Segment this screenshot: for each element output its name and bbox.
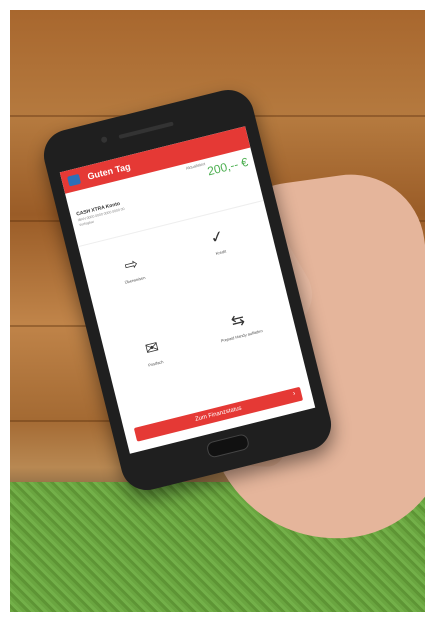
account-balance: 200,-- €: [205, 154, 250, 179]
tile-mailbox[interactable]: ✉ Postfach: [116, 332, 190, 374]
app-screen: Guten Tag Aktualisiert 200,-- € CASH XTR…: [59, 126, 316, 454]
photo-frame: Guten Tag Aktualisiert 200,-- € CASH XTR…: [10, 10, 425, 612]
smartphone: Guten Tag Aktualisiert 200,-- € CASH XTR…: [38, 84, 337, 496]
tile-phone-topup[interactable]: ⇆ Prepaid Handy aufladen: [202, 304, 276, 346]
front-camera: [100, 136, 108, 144]
tile-credit[interactable]: ✓ Kredit: [181, 221, 255, 263]
chevron-right-icon: ›: [292, 390, 297, 398]
tile-transfer[interactable]: ⇨ Überweisen: [95, 249, 169, 291]
speaker-grille: [118, 121, 174, 139]
refresh-status[interactable]: Aktualisiert: [185, 161, 205, 171]
home-button[interactable]: [205, 433, 251, 459]
menu-icon[interactable]: [67, 173, 82, 187]
